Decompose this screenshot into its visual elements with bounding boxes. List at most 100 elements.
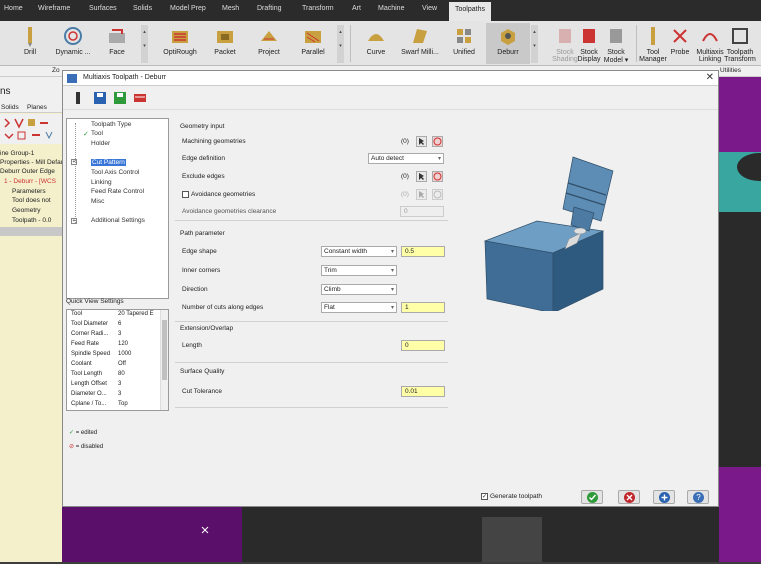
avoidance-clearance-label: Avoidance geometries clearance <box>182 208 277 215</box>
expand-icon[interactable]: + <box>71 159 77 165</box>
toolpath-settings-icon[interactable] <box>133 91 147 105</box>
save-icon[interactable] <box>93 91 107 105</box>
tab-transform[interactable]: Transform <box>302 5 334 12</box>
select-pointer-button[interactable] <box>416 136 427 147</box>
tool-icon[interactable] <box>71 91 85 105</box>
tab-view[interactable]: View <box>422 5 437 12</box>
tab-wireframe[interactable]: Wireframe <box>38 5 70 12</box>
edge-shape-width-field[interactable]: 0.5 <box>401 246 445 257</box>
tree-item-misc[interactable]: Misc <box>91 198 104 205</box>
project-button[interactable]: Project <box>247 25 291 56</box>
avoidance-clear-button[interactable] <box>432 189 443 200</box>
tree-item-feed-rate-control[interactable]: Feed Rate Control <box>91 188 144 195</box>
disabled-circle-icon <box>433 172 442 181</box>
face-button[interactable]: Face <box>95 25 139 56</box>
parallel-button[interactable]: Parallel <box>291 25 335 56</box>
tab-home[interactable]: Home <box>4 5 23 12</box>
edited-check-icon: ✓ <box>83 131 89 138</box>
graphics-viewport-bottom[interactable] <box>62 507 719 562</box>
toolpath-transform-button[interactable]: Toolpath Transform <box>718 25 761 63</box>
inner-corners-label: Inner corners <box>182 267 221 274</box>
machining-geometries-label: Machining geometries <box>182 138 246 145</box>
disabled-circle-icon <box>433 137 442 146</box>
optirough-button[interactable]: OptiRough <box>158 25 202 56</box>
edge-definition-select[interactable]: Auto detect ▾ <box>368 153 444 164</box>
toolpath-item[interactable]: Toolpath - 0.0 <box>12 217 51 224</box>
save-as-icon[interactable] <box>113 91 127 105</box>
packet-button[interactable]: Packet <box>203 25 247 56</box>
tree-item-tool-axis-control[interactable]: Tool Axis Control <box>91 169 139 176</box>
machine-group-item[interactable]: ine Group-1 <box>0 150 34 157</box>
unified-icon <box>453 25 475 47</box>
ok-button[interactable] <box>581 490 603 504</box>
expand-icon-2[interactable]: + <box>71 218 77 224</box>
operation-item[interactable]: 1 - Deburr - [WCS <box>4 178 56 185</box>
help-icon: ? <box>693 492 704 503</box>
tab-mesh[interactable]: Mesh <box>222 5 239 12</box>
qv-label: Spindle Speed <box>71 351 111 357</box>
ribbon-group-expand-3[interactable]: ▴ ▾ <box>531 25 538 63</box>
avoidance-geometries-checkbox[interactable]: Avoidance geometries <box>182 191 255 198</box>
curve-button[interactable]: Curve <box>354 25 398 56</box>
tab-solids-panel[interactable]: Solids <box>1 104 19 111</box>
chevron-down-icon: ▾ <box>390 305 394 311</box>
tab-toolpaths[interactable]: Toolpaths <box>449 2 491 21</box>
inner-corners-select[interactable]: Trim ▾ <box>321 265 397 276</box>
ribbon-group-expand-2[interactable]: ▴ ▾ <box>337 25 344 63</box>
qv-value: 6 <box>118 321 122 327</box>
drill-button[interactable]: Drill <box>8 25 52 56</box>
exclude-pointer-button[interactable] <box>416 171 427 182</box>
tree-item-cut-pattern[interactable]: Cut Pattern <box>91 159 126 166</box>
deburr-button[interactable]: Deburr <box>486 23 530 64</box>
cut-tolerance-field[interactable]: 0.01 <box>401 386 445 397</box>
generate-toolpath-checkbox[interactable]: ✓ Generate toolpath <box>481 493 542 500</box>
dynamic-icon <box>62 25 84 47</box>
clear-selection-button[interactable] <box>432 136 443 147</box>
quick-view-scrollbar[interactable] <box>160 310 168 410</box>
edge-shape-select[interactable]: Constant width ▾ <box>321 246 397 257</box>
avoidance-pointer-button[interactable] <box>416 189 427 200</box>
unified-button[interactable]: Unified <box>442 25 486 56</box>
ribbon-group-expand[interactable]: ▴ ▾ <box>141 25 148 63</box>
properties-item[interactable]: Properties - Mill Defau <box>0 159 64 166</box>
close-icon[interactable]: ✕ <box>706 72 714 83</box>
geometry-item[interactable]: Geometry <box>12 207 41 214</box>
qv-label: Feed Rate <box>71 341 100 347</box>
face-icon <box>106 25 128 47</box>
number-of-cuts-field[interactable]: 1 <box>401 302 445 313</box>
geometry-input-group: Geometry input Machining geometries (0) … <box>175 123 448 221</box>
tab-drafting[interactable]: Drafting <box>257 5 282 12</box>
swarf-milling-button[interactable]: Swarf Milli... <box>398 25 442 56</box>
avoidance-clearance-field[interactable]: 0 <box>400 206 444 217</box>
multiaxis-toolpath-dialog: Multiaxis Toolpath - Deburr ✕ Toolpath T… <box>62 70 719 507</box>
tab-planes-panel[interactable]: Planes <box>27 104 47 111</box>
tab-art[interactable]: Art <box>352 5 361 12</box>
deburr-outer-edge-item[interactable]: Deburr Outer Edge <box>0 168 55 175</box>
tree-item-toolpath-type[interactable]: Toolpath Type <box>91 121 131 128</box>
tab-machine[interactable]: Machine <box>378 5 404 12</box>
direction-select[interactable]: Climb ▾ <box>321 284 397 295</box>
cut-tolerance-label: Cut Tolerance <box>182 388 222 395</box>
tab-surfaces[interactable]: Surfaces <box>89 5 117 12</box>
exclude-clear-button[interactable] <box>432 171 443 182</box>
tool-missing-item[interactable]: Tool does not <box>12 197 51 204</box>
help-button[interactable]: ? <box>687 490 709 504</box>
quick-view-settings: Tool 20 Tapered E Tool Diameter 6 Corner R… <box>66 309 169 411</box>
tab-model-prep[interactable]: Model Prep <box>170 5 206 12</box>
tree-item-tool[interactable]: Tool <box>91 130 103 137</box>
parameters-item[interactable]: Parameters <box>12 188 46 195</box>
qv-value: 20 Tapered E <box>118 311 154 317</box>
add-button[interactable] <box>653 490 675 504</box>
ribbon-tab-bar: Home Wireframe Surfaces Solids Model Pre… <box>0 0 761 21</box>
cancel-button[interactable] <box>618 490 640 504</box>
tree-item-holder[interactable]: Holder <box>91 140 110 147</box>
number-of-cuts-select[interactable]: Flat ▾ <box>321 302 397 313</box>
qv-value: Top <box>118 401 128 407</box>
tab-solids[interactable]: Solids <box>133 5 152 12</box>
dynamic-button[interactable]: Dynamic ... <box>51 25 95 56</box>
tree-item-additional-settings[interactable]: Additional Settings <box>91 217 145 224</box>
tree-item-linking[interactable]: Linking <box>91 179 112 186</box>
length-field[interactable]: 0 <box>401 340 445 351</box>
graphics-viewport[interactable] <box>719 77 761 562</box>
direction-label: Direction <box>182 286 208 293</box>
